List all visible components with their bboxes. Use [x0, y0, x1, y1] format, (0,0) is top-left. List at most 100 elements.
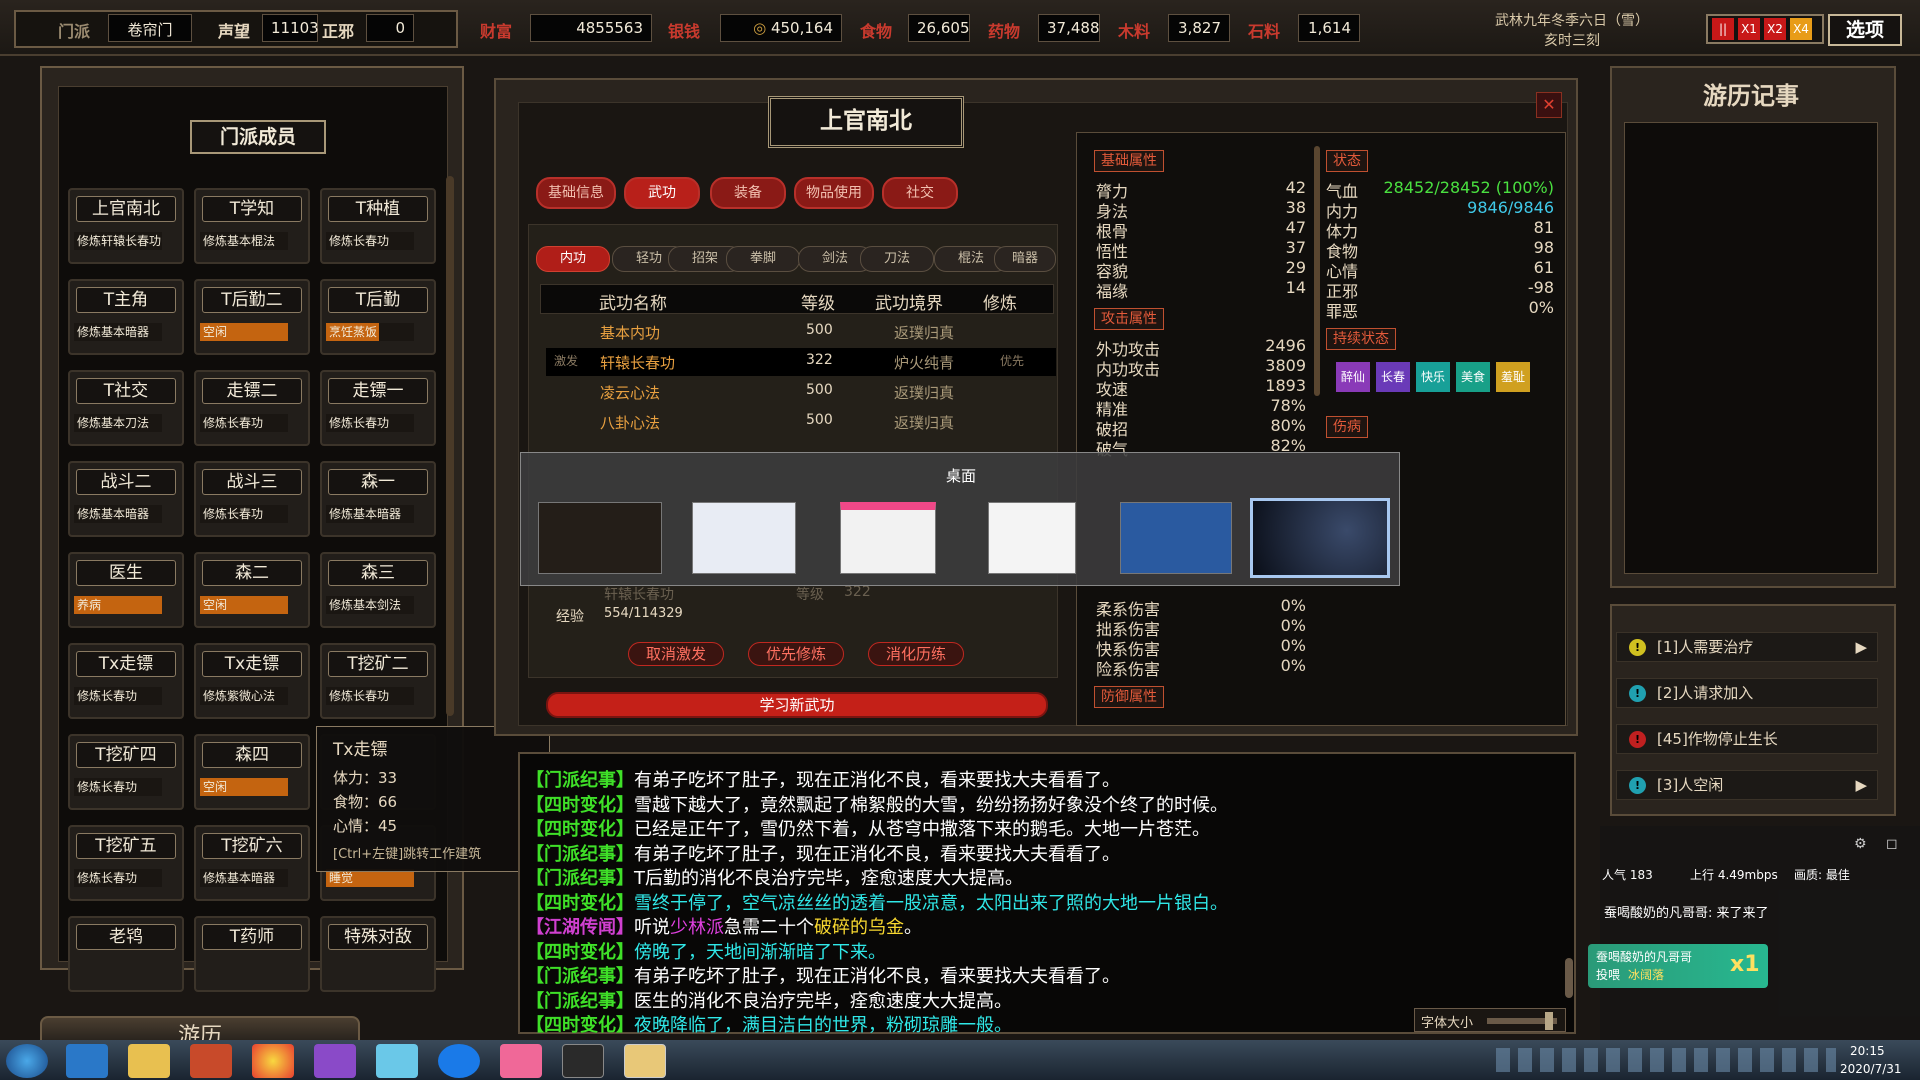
travel-tab[interactable]: 游历 [40, 1016, 360, 1049]
stream-quality: 画质: 最佳 [1794, 868, 1850, 882]
expand-arrow-icon[interactable]: ▶ [1855, 771, 1867, 799]
member-card[interactable]: 森四 空闲 [194, 734, 310, 810]
alert-row[interactable]: ! [45]作物停止生长 [1616, 724, 1878, 754]
cancel-activate-button[interactable]: 取消激发 [628, 642, 724, 666]
close-icon[interactable]: ✕ [1536, 92, 1562, 118]
member-card[interactable]: T种植 修炼长春功 [320, 188, 436, 264]
tab-item-use[interactable]: 物品使用 [794, 177, 874, 209]
lock-icon[interactable]: ◻ [1886, 836, 1898, 852]
alert-row[interactable]: ! [1]人需要治疗 ▶ [1616, 632, 1878, 662]
exp-value: 554/114329 [604, 606, 683, 621]
chrome-icon[interactable] [252, 1044, 294, 1078]
attr-row: 精准 78% [1096, 396, 1306, 419]
member-card[interactable]: T主角 修炼基本暗器 [68, 279, 184, 355]
member-card[interactable]: T学知 修炼基本棍法 [194, 188, 310, 264]
window-thumb-desktop[interactable] [1250, 498, 1390, 578]
member-card[interactable]: 医生 养病 [68, 552, 184, 628]
member-card[interactable]: Tx走镖 修炼紫微心法 [194, 643, 310, 719]
k-app-icon[interactable] [438, 1044, 480, 1078]
member-status: 修炼基本暗器 [326, 505, 414, 523]
member-card[interactable]: 走镖一 修炼长春功 [320, 370, 436, 446]
speed-x1-button[interactable]: X1 [1738, 18, 1760, 40]
member-card[interactable]: T药师 [194, 916, 310, 992]
log-tag: 【四时变化】 [526, 819, 634, 840]
digest-exp-button[interactable]: 消化历练 [868, 642, 964, 666]
anime-app-icon[interactable] [376, 1044, 418, 1078]
visual-studio-icon[interactable] [314, 1044, 356, 1078]
log-text: T后勤的消化不良治疗完毕，痊愈速度大大提高。 [634, 868, 1023, 889]
skill-row[interactable]: 凌云心法 500 返璞归真 [546, 378, 1056, 406]
member-card[interactable]: 战斗三 修炼长春功 [194, 461, 310, 537]
subtab-blade[interactable]: 刀法 [860, 246, 934, 272]
member-card[interactable]: T后勤 烹饪蒸饭 [320, 279, 436, 355]
member-card[interactable]: 走镖二 修炼长春功 [194, 370, 310, 446]
expand-arrow-icon[interactable]: ▶ [1855, 633, 1867, 661]
member-status: 修炼轩辕长春功 [74, 232, 162, 250]
subtab-fist[interactable]: 拳脚 [726, 246, 800, 272]
tooltip-mood: 心情：45 [333, 817, 398, 835]
log-text: 傍晚了，天地间渐渐暗了下来。 [634, 941, 886, 963]
sect-label: 门派 [58, 22, 91, 41]
member-name: T主角 [76, 287, 176, 313]
tab-equipment[interactable]: 装备 [710, 177, 786, 209]
member-card[interactable]: 老鸨 [68, 916, 184, 992]
gear-icon[interactable]: ⚙ [1854, 836, 1867, 852]
buff-badge[interactable]: 美食 [1456, 362, 1490, 392]
game-taskbar-icon[interactable] [562, 1044, 604, 1078]
member-card[interactable]: T社交 修炼基本刀法 [68, 370, 184, 446]
pause-button[interactable]: || [1712, 18, 1734, 40]
speed-x4-button[interactable]: X4 [1790, 18, 1812, 40]
member-name: 走镖一 [328, 378, 428, 404]
task-switcher-title: 桌面 [945, 467, 976, 485]
attributes-scrollbar[interactable] [1314, 146, 1320, 396]
member-card[interactable]: T挖矿二 修炼长春功 [320, 643, 436, 719]
window-thumb-doc[interactable] [988, 502, 1076, 574]
media-player-icon[interactable] [190, 1044, 232, 1078]
learn-new-skill-button[interactable]: 学习新武功 [546, 692, 1048, 718]
bilibili-icon[interactable] [500, 1044, 542, 1078]
font-size-slider[interactable] [1545, 1012, 1553, 1030]
skill-row[interactable]: 激发 轩辕长春功 322 炉火纯青 优先 [546, 348, 1056, 376]
log-scrollbar[interactable] [1565, 958, 1573, 998]
ie-icon[interactable] [66, 1044, 108, 1078]
alert-row[interactable]: ! [3]人空闲 ▶ [1616, 770, 1878, 800]
members-scrollbar[interactable] [446, 176, 454, 716]
tab-martial-arts[interactable]: 武功 [624, 177, 700, 209]
member-card[interactable]: T挖矿四 修炼长春功 [68, 734, 184, 810]
buff-badge[interactable]: 羞耻 [1496, 362, 1530, 392]
window-thumb-desktop-app[interactable] [1120, 502, 1232, 574]
alert-row[interactable]: ! [2]人请求加入 [1616, 678, 1878, 708]
options-button[interactable]: 选项 [1828, 14, 1902, 46]
avatar-app-icon[interactable] [624, 1044, 666, 1078]
member-card[interactable]: 战斗二 修炼基本暗器 [68, 461, 184, 537]
member-card[interactable]: T挖矿五 修炼长春功 [68, 825, 184, 901]
member-card[interactable]: 森二 空闲 [194, 552, 310, 628]
member-card[interactable]: 森三 修炼基本剑法 [320, 552, 436, 628]
system-tray-icons[interactable] [1496, 1048, 1836, 1072]
member-card[interactable]: Tx走镖 修炼长春功 [68, 643, 184, 719]
priority-train-button[interactable]: 优先修炼 [748, 642, 844, 666]
window-thumb-browser[interactable] [692, 502, 796, 574]
member-card[interactable]: 森一 修炼基本暗器 [320, 461, 436, 537]
folder-icon[interactable] [128, 1044, 170, 1078]
speed-x2-button[interactable]: X2 [1764, 18, 1786, 40]
buff-badge[interactable]: 醉仙 [1336, 362, 1370, 392]
member-card[interactable]: T后勤二 空闲 [194, 279, 310, 355]
member-status: 修炼紫微心法 [200, 687, 288, 705]
member-card[interactable]: T挖矿六 修炼基本暗器 [194, 825, 310, 901]
skill-train: 优先 [1000, 354, 1025, 368]
window-thumb-game[interactable] [538, 502, 662, 574]
buff-badge[interactable]: 快乐 [1416, 362, 1450, 392]
subtab-inner[interactable]: 内功 [536, 246, 610, 272]
attr-row: 外功攻击 2496 [1096, 336, 1306, 359]
tab-social[interactable]: 社交 [882, 177, 958, 209]
window-thumb-bilibili[interactable] [840, 502, 936, 574]
skill-row[interactable]: 八卦心法 500 返璞归真 [546, 408, 1056, 436]
subtab-hidden-weapon[interactable]: 暗器 [994, 246, 1056, 272]
start-button[interactable] [6, 1044, 48, 1078]
skill-row[interactable]: 基本内功 500 返璞归真 [546, 318, 1056, 346]
member-card[interactable]: 上官南北 修炼轩辕长春功 [68, 188, 184, 264]
member-card[interactable]: 特殊对敌 [320, 916, 436, 992]
tab-basic-info[interactable]: 基础信息 [536, 177, 616, 209]
buff-badge[interactable]: 长春 [1376, 362, 1410, 392]
